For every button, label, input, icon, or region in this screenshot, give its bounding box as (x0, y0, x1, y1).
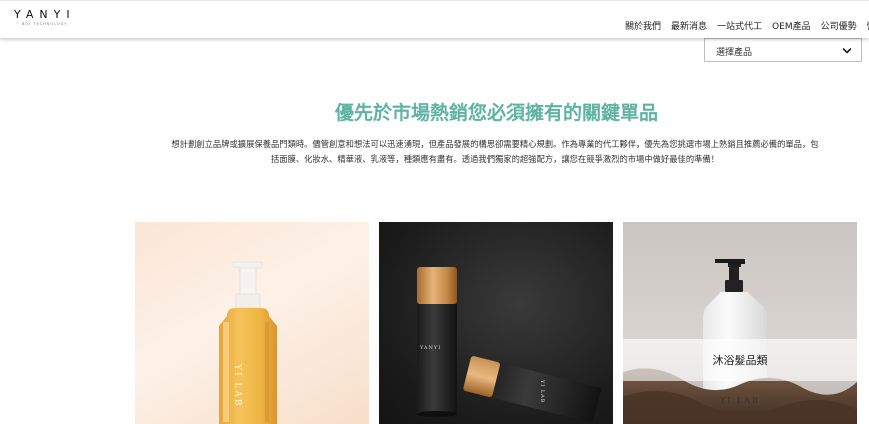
nav-item-news[interactable]: 最新消息 (671, 19, 707, 32)
logo-subtitle: BIO TECHNOLOGY (22, 22, 68, 26)
logo-text: YANYI (14, 8, 76, 21)
product-card-3[interactable]: 沐浴髮品類 YI LAB (623, 222, 857, 424)
product-select-value: 選擇產品 (716, 48, 753, 58)
product-card-1[interactable]: YI LAB (135, 222, 369, 424)
site-header: YANYI BIO TECHNOLOGY 關於我們 最新消息 一站式代工 OEM產品公… (0, 0, 869, 38)
card-3-bottle-brand: YI LAB (720, 396, 760, 405)
intro-line-2: 括面膜、化妝水、精華液、乳液等，種類應有盡有。透過我們獨家的超強配方，讓您在競爭… (270, 154, 720, 164)
main-nav: 關於我們最新消息一站式代工OEM產品公司優勢營銷 (625, 14, 869, 33)
card-2-bottle-brand: YANYI (420, 345, 442, 351)
nav-item-advantages[interactable]: 公司優勢 (821, 19, 857, 32)
intro-paragraph: 想計劃創立品牌或擴展保養品門類時。儘管創意和想法可以迅速湧現，但產品發展的構思卻… (160, 137, 830, 167)
page-headline: 優先於市場熱銷您必須擁有的關鍵單品 (334, 102, 658, 124)
brand-logo[interactable]: YANYI BIO TECHNOLOGY (14, 8, 76, 26)
product-select[interactable]: 選擇產品 (704, 38, 862, 62)
card-2-small-brand: YI LAB (539, 380, 545, 404)
product-image-white-bottle (623, 259, 857, 424)
category-label: 沐浴髮品類 (712, 354, 768, 367)
intro-line-1: 想計劃創立品牌或擴展保養品門類時。儘管創意和想法可以迅速湧現，但產品發展的構思卻… (171, 139, 819, 149)
chevron-down-icon (842, 48, 852, 54)
product-image-pump-bottle (219, 261, 277, 424)
product-card-2[interactable]: YANYI YI LAB (379, 222, 613, 424)
nav-item-about[interactable]: 關於我們 (625, 19, 661, 32)
product-image-black-bottles (417, 267, 602, 423)
nav-item-oem-products[interactable]: OEM產品 (772, 19, 811, 32)
card-1-bottle-brand: YI LAB (232, 364, 242, 408)
nav-item-one-stop-oem[interactable]: 一站式代工 (717, 19, 762, 32)
